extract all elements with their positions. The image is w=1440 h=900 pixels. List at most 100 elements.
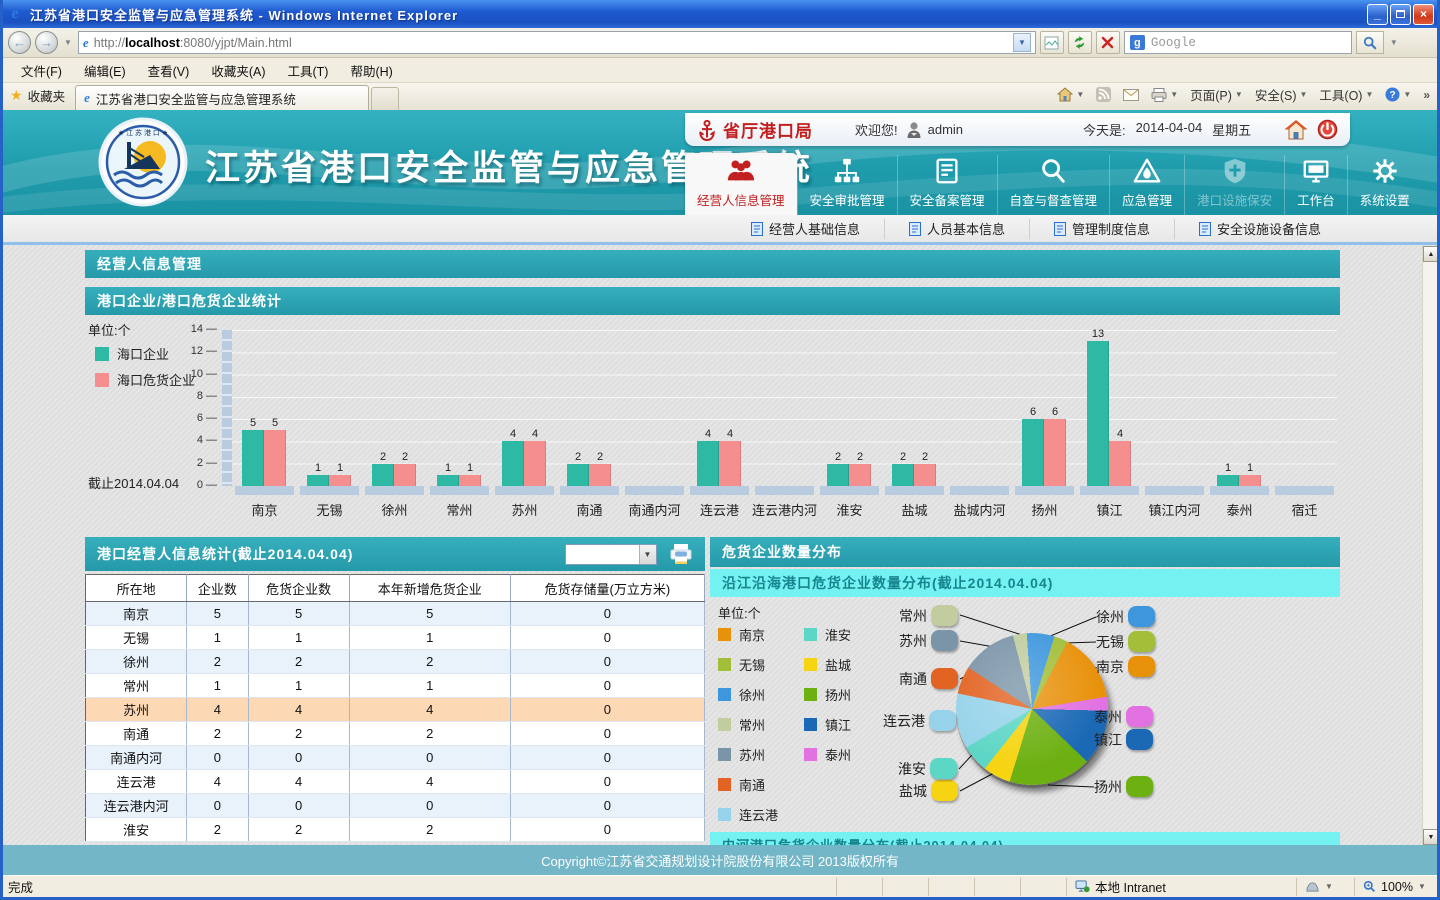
table-row[interactable]: 无锡1110 [86, 626, 705, 650]
callout-chip [1128, 606, 1155, 627]
table-cell: 5 [187, 602, 248, 626]
print-table-icon[interactable] [669, 543, 693, 565]
history-dropdown-icon[interactable]: ▼ [64, 38, 72, 47]
table-row[interactable]: 南通内河0000 [86, 746, 705, 770]
address-input[interactable]: e http://localhost:8080/yjpt/Main.html ▼ [78, 31, 1036, 54]
baseline-strip [495, 486, 554, 495]
logout-power-icon[interactable] [1317, 119, 1338, 140]
bureau-label[interactable]: 省厅港口局 [723, 117, 813, 142]
protected-mode-cell[interactable]: ▼ [1296, 878, 1354, 896]
menu-help[interactable]: 帮助(H) [339, 58, 403, 83]
bar-chart: 单位:个 海口企业 海口危货企业 截止2014.04.04 14 —12 —10… [85, 318, 1340, 533]
back-button[interactable]: ← [8, 31, 31, 54]
page-menu-button[interactable]: 页面(P)▼ [1186, 83, 1247, 106]
nav-tab-facility-security[interactable]: 港口设施保安 [1184, 155, 1284, 215]
scroll-up-button[interactable]: ▲ [1423, 246, 1439, 262]
vertical-scrollbar[interactable]: ▲ ▼ [1422, 246, 1439, 845]
subnav-management-system-info[interactable]: 管理制度信息 [1029, 219, 1174, 239]
callout-chip [931, 605, 958, 626]
table-cell: 2 [349, 650, 510, 674]
nav-tab-self-inspection[interactable]: 自查与督查管理 [997, 155, 1110, 215]
page-icon: e [83, 35, 89, 51]
address-dropdown-icon[interactable]: ▼ [1013, 33, 1031, 52]
table-cell: 0 [510, 722, 704, 746]
region-select[interactable]: ▼ [565, 544, 657, 565]
new-tab-stub[interactable] [371, 87, 399, 110]
zoom-control[interactable]: 100% ▼ [1354, 878, 1440, 896]
browser-tab[interactable]: e 江苏省港口安全监管与应急管理系统 [75, 85, 369, 110]
table-cell: 0 [510, 698, 704, 722]
nav-tab-emergency[interactable]: 应急管理 [1109, 155, 1184, 215]
bar-value-label: 2 [892, 451, 914, 463]
help-menu-button[interactable]: ? ▼ [1381, 85, 1415, 104]
table-row[interactable]: 淮安2220 [86, 818, 705, 842]
table-row[interactable]: 连云港内河0000 [86, 794, 705, 818]
select-dropdown-icon[interactable]: ▼ [639, 545, 656, 564]
menu-tools[interactable]: 工具(T) [276, 58, 339, 83]
favorites-button[interactable]: ★ 收藏夹 [0, 86, 75, 110]
zoom-icon [1363, 880, 1376, 893]
page-content: 经营人信息管理 港口企业/港口危货企业统计 单位:个 海口企业 海口危货企业 截… [0, 245, 1440, 845]
subnav-personnel-basic-info[interactable]: 人员基本信息 [884, 219, 1029, 239]
bar-group: 55 [232, 330, 297, 486]
x-axis-label: 盐城内河 [947, 500, 1012, 519]
tools-menu-button[interactable]: 工具(O)▼ [1315, 83, 1377, 106]
read-mail-button[interactable] [1119, 87, 1143, 103]
legend-label: 连云港 [739, 805, 778, 824]
refresh-button[interactable] [1068, 31, 1092, 54]
menu-edit[interactable]: 编辑(E) [73, 58, 137, 83]
table-cell: 0 [510, 602, 704, 626]
menu-file[interactable]: 文件(F) [10, 58, 73, 83]
table-row[interactable]: 徐州2220 [86, 650, 705, 674]
legend-label: 南京 [739, 625, 765, 644]
search-options-dropdown-icon[interactable]: ▼ [1390, 38, 1398, 47]
search-button[interactable] [1356, 31, 1384, 54]
subnav-operator-basic-info[interactable]: 经营人基础信息 [727, 219, 884, 239]
callout-chip [929, 710, 956, 731]
nav-tab-operator-info[interactable]: 经营人信息管理 [685, 153, 797, 215]
restore-button[interactable] [1390, 4, 1411, 25]
nav-tab-system-settings[interactable]: 系统设置 [1347, 155, 1422, 215]
nav-tab-safety-record[interactable]: 安全备案管理 [897, 155, 997, 215]
stop-button[interactable] [1096, 31, 1120, 54]
legend-label: 海口危货企业 [117, 370, 195, 389]
protected-mode-icon [1305, 880, 1320, 893]
menu-favorites[interactable]: 收藏夹(A) [200, 58, 276, 83]
overflow-chevron-icon[interactable]: » [1419, 88, 1434, 102]
table-title-bar: 港口经营人信息统计(截止2014.04.04) ▼ [85, 537, 705, 571]
pie-legend: 南京无锡徐州常州苏州南通连云港 淮安盐城扬州镇江泰州 [718, 625, 851, 824]
close-button[interactable]: × [1413, 4, 1434, 25]
username[interactable]: admin [928, 122, 963, 137]
pie-legend-item: 泰州 [804, 745, 851, 764]
table-cell: 4 [248, 770, 349, 794]
pie-callout: 泰州 [1094, 706, 1153, 727]
legend-label: 泰州 [825, 745, 851, 764]
search-input[interactable]: g Google [1124, 31, 1352, 54]
subnav-safety-equipment-info[interactable]: 安全设施设备信息 [1174, 219, 1345, 239]
forward-button[interactable]: → [35, 31, 58, 54]
home-shortcut-icon[interactable] [1285, 120, 1307, 140]
nav-tab-workbench[interactable]: 工作台 [1284, 155, 1347, 215]
safety-menu-button[interactable]: 安全(S)▼ [1251, 83, 1312, 106]
url-path: :8080/yjpt/Main.html [180, 36, 292, 50]
table-row[interactable]: 南通2220 [86, 722, 705, 746]
bar [329, 475, 351, 486]
legend-swatch [804, 628, 817, 641]
minimize-button[interactable]: _ [1367, 4, 1388, 25]
bar [827, 464, 849, 486]
print-button[interactable]: ▼ [1147, 86, 1182, 104]
nav-tab-label: 自查与督查管理 [1010, 190, 1098, 209]
callout-label: 徐州 [1096, 607, 1124, 627]
security-zone: 本地 Intranet [1066, 878, 1296, 896]
table-row[interactable]: 南京5550 [86, 602, 705, 626]
table-row[interactable]: 常州1110 [86, 674, 705, 698]
nav-tab-safety-approval[interactable]: 安全审批管理 [797, 155, 897, 215]
menu-view[interactable]: 查看(V) [137, 58, 201, 83]
feeds-button[interactable] [1092, 85, 1115, 104]
table-row[interactable]: 苏州4440 [86, 698, 705, 722]
compatibility-view-icon[interactable] [1040, 31, 1064, 54]
home-button[interactable]: ▼ [1053, 85, 1088, 104]
table-cell: 5 [248, 602, 349, 626]
scroll-down-button[interactable]: ▼ [1423, 829, 1439, 845]
table-row[interactable]: 连云港4440 [86, 770, 705, 794]
